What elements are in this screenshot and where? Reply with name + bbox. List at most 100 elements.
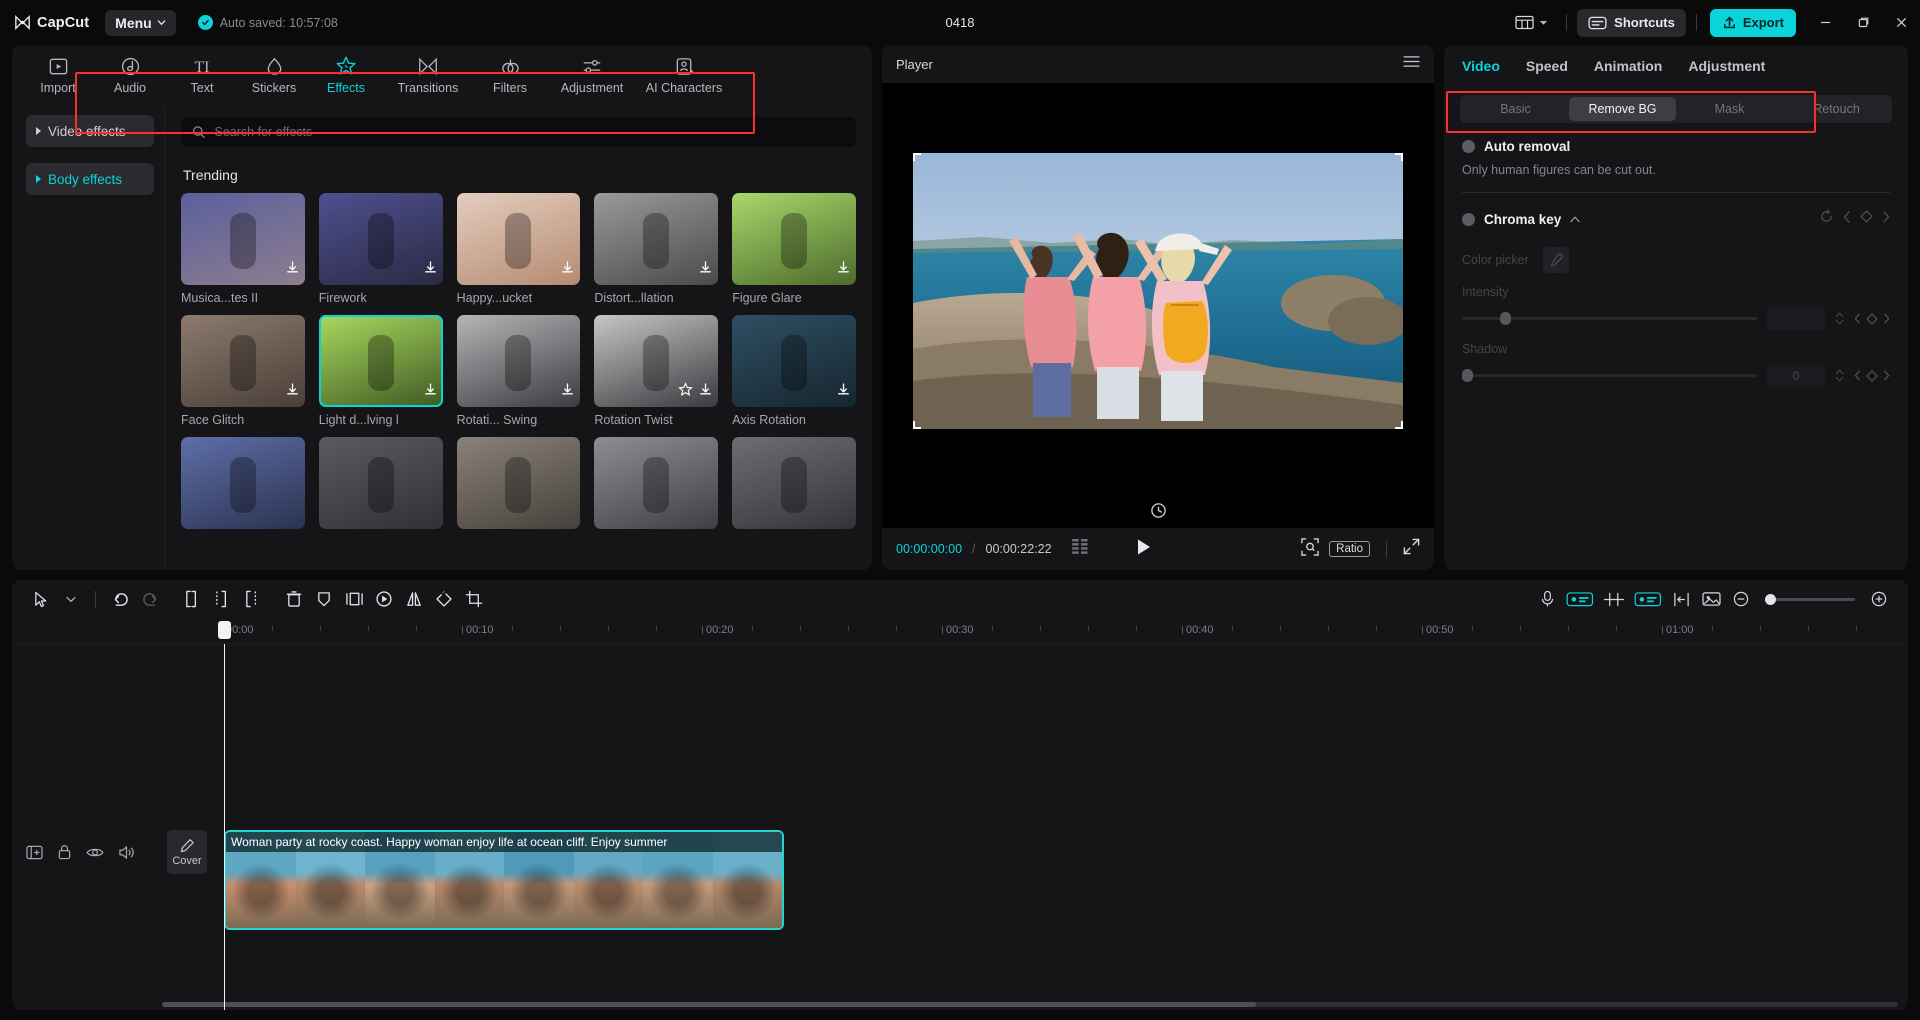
effect-thumbnail[interactable] [457,193,581,285]
download-icon[interactable] [560,382,575,402]
frame-handle-bottom-right[interactable] [1395,421,1403,429]
shadow-value[interactable]: 0 [1767,364,1825,387]
playhead-handle[interactable] [218,621,231,639]
timeline-ruler[interactable]: 00:0000:1000:2000:3000:4000:5001:00 [12,618,1908,644]
video-preview[interactable] [913,153,1403,429]
search-input[interactable] [215,125,845,139]
zoom-in-button[interactable] [1864,584,1894,614]
segment-retouch[interactable]: Retouch [1783,97,1890,121]
chroma-key-toggle[interactable] [1462,213,1475,226]
timeline-video-clip[interactable]: Woman party at rocky coast. Happy woman … [224,830,784,930]
zoom-slider-knob[interactable] [1765,594,1776,605]
trim-right-button[interactable] [237,584,267,614]
category-video-effects[interactable]: Video effects [26,115,154,147]
trim-left-button[interactable] [207,584,237,614]
nav-tab-text[interactable]: TI Text [166,47,238,103]
effect-thumbnail[interactable] [732,437,856,529]
effect-thumbnail[interactable] [319,315,443,407]
chroma-key-collapse-icon[interactable] [1570,210,1580,228]
timeline-zoom-slider[interactable] [1765,598,1855,601]
effect-item[interactable] [457,437,581,535]
color-picker-button[interactable] [1543,247,1569,273]
frame-handle-bottom-left[interactable] [913,421,921,429]
effect-thumbnail[interactable] [319,193,443,285]
effect-item[interactable]: Light d...lving l [319,315,443,427]
undo-button[interactable] [105,584,135,614]
shadow-slider[interactable] [1462,374,1757,377]
minimize-button[interactable] [1806,0,1844,45]
shadow-stepper[interactable] [1835,369,1844,382]
intensity-slider[interactable] [1462,317,1757,320]
effect-item[interactable] [594,437,718,535]
nav-tab-transitions[interactable]: Transitions [382,47,474,103]
reset-icon[interactable] [1819,209,1834,229]
ratio-button[interactable]: Ratio [1329,541,1370,557]
player-stage[interactable] [882,83,1434,498]
effect-thumbnail[interactable] [181,437,305,529]
effect-item[interactable]: Figure Glare [732,193,856,305]
download-icon[interactable] [836,382,851,402]
add-track-button[interactable] [26,845,43,865]
split-button[interactable] [177,584,207,614]
mix-audio-button[interactable] [1598,584,1630,614]
next-keyframe-icon[interactable] [1882,210,1890,228]
attribute-tab-video[interactable]: Video [1462,58,1500,74]
effects-scroll-area[interactable]: Trending Musica...tes IIFireworkHappy...… [165,153,872,570]
nav-tab-adjustment[interactable]: Adjustment [546,47,638,103]
slider-knob[interactable] [1462,369,1473,382]
effect-thumbnail[interactable] [181,193,305,285]
playhead[interactable] [224,644,225,1010]
shortcuts-button[interactable]: Shortcuts [1577,9,1686,37]
storyboard-button[interactable] [1072,539,1090,559]
nav-tab-ai-characters[interactable]: AI Characters [638,47,730,103]
attribute-tab-adjustment[interactable]: Adjustment [1688,58,1765,74]
player-menu-button[interactable] [1403,55,1420,73]
record-voiceover-button[interactable] [1532,584,1562,614]
auto-removal-toggle[interactable] [1462,140,1475,153]
effect-item[interactable]: Happy...ucket [457,193,581,305]
freeze-frame-button[interactable] [339,584,369,614]
frame-handle-top-right[interactable] [1395,153,1403,161]
auto-beat-button[interactable] [1630,584,1666,614]
effect-item[interactable] [319,437,443,535]
favorite-star-icon[interactable] [678,382,693,402]
prev-keyframe-icon[interactable] [1854,313,1861,324]
effect-item[interactable]: Musica...tes II [181,193,305,305]
mute-track-button[interactable] [118,845,135,865]
prev-keyframe-icon[interactable] [1854,370,1861,381]
segment-remove-bg[interactable]: Remove BG [1569,97,1676,121]
effect-thumbnail[interactable] [594,437,718,529]
effect-item[interactable] [732,437,856,535]
nav-tab-import[interactable]: Import [22,47,94,103]
maximize-button[interactable] [1844,0,1882,45]
next-keyframe-icon[interactable] [1883,313,1890,324]
reverse-button[interactable] [369,584,399,614]
intensity-stepper[interactable] [1835,312,1844,325]
nav-tab-audio[interactable]: Audio [94,47,166,103]
attribute-tab-speed[interactable]: Speed [1526,58,1568,74]
effect-item[interactable]: Axis Rotation [732,315,856,427]
scrollbar-thumb[interactable] [162,1002,1256,1007]
frame-handle-top-left[interactable] [913,153,921,161]
reset-rotate-button[interactable] [1150,502,1167,524]
split-track-button[interactable] [1666,584,1696,614]
zoom-preview-button[interactable] [1301,538,1319,561]
effect-thumbnail[interactable] [181,315,305,407]
auto-captions-button[interactable] [1562,584,1598,614]
add-keyframe-icon[interactable] [1866,313,1878,325]
redo-button[interactable] [135,584,165,614]
effect-item[interactable]: Rotation Twist [594,315,718,427]
segment-mask[interactable]: Mask [1676,97,1783,121]
fullscreen-button[interactable] [1403,538,1420,560]
effect-item[interactable]: Firework [319,193,443,305]
mirror-button[interactable] [399,584,429,614]
add-keyframe-icon[interactable] [1866,370,1878,382]
download-icon[interactable] [836,260,851,280]
effect-thumbnail[interactable] [732,193,856,285]
crop-button[interactable] [459,584,489,614]
menu-button[interactable]: Menu [105,10,176,36]
attribute-tab-animation[interactable]: Animation [1594,58,1662,74]
effect-thumbnail[interactable] [457,437,581,529]
timeline-tracks[interactable]: Cover Woman party at rocky coast. Happy … [12,644,1908,1010]
effect-item[interactable]: Distort...llation [594,193,718,305]
